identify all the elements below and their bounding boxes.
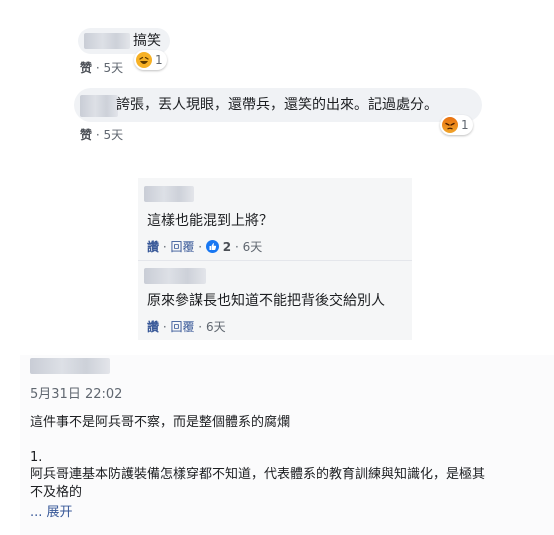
reply-time[interactable]: 6天: [206, 320, 226, 334]
commenter-name-blurred[interactable]: [84, 33, 130, 49]
replies-panel: [138, 178, 412, 340]
like-icon: [205, 240, 219, 253]
replier-name-blurred[interactable]: [144, 186, 194, 202]
reply-meta: 讚 · 回覆 · 6天: [147, 320, 226, 334]
like-link[interactable]: 赞: [80, 128, 92, 142]
reaction-count: 1: [461, 118, 469, 132]
post-date[interactable]: 5月31日 22:02: [30, 383, 122, 402]
reply-time[interactable]: 6天: [243, 240, 263, 254]
poster-name-blurred[interactable]: [30, 358, 110, 374]
comment-text: 誇張，丟人現眼，還帶兵，還笑的出來。記過處分。: [116, 97, 438, 113]
post-paragraph: 阿兵哥連基本防護裝備怎樣穿都不知道，代表體系的教育訓練與知識化，是極其: [30, 467, 486, 482]
like-link[interactable]: 讚: [147, 320, 159, 334]
angry-icon: [442, 117, 458, 133]
like-link[interactable]: 讚: [147, 240, 159, 254]
reaction-summary[interactable]: 1: [440, 115, 473, 135]
post-paragraph: 這件事不是阿兵哥不察，而是整個體系的腐爛: [30, 415, 291, 430]
reaction-summary[interactable]: 1: [134, 50, 167, 70]
reaction-count: 1: [155, 53, 163, 67]
comment-time[interactable]: 5天: [103, 61, 123, 75]
reply-text: 原來參謀長也知道不能把背後交給別人: [147, 293, 385, 309]
post-list-number: 1.: [30, 450, 43, 465]
reply-link[interactable]: 回覆: [170, 240, 194, 254]
post-paragraph: 不及格的: [30, 485, 83, 500]
haha-icon: [136, 52, 152, 68]
commenter-name-blurred[interactable]: [80, 95, 118, 117]
reply-link[interactable]: 回覆: [170, 320, 194, 334]
reply-text: 這樣也能混到上將？: [147, 213, 273, 229]
post-card: [20, 355, 554, 535]
comment-text: 搞笑: [133, 33, 161, 49]
like-link[interactable]: 赞: [80, 61, 92, 75]
comment-meta: 赞 · 5天: [80, 61, 124, 75]
comment-time[interactable]: 5天: [103, 128, 123, 142]
reply-meta: 讚 · 回覆 · 2 · 6天: [147, 240, 263, 254]
comment-meta: 赞 · 5天: [80, 128, 124, 142]
expand-link[interactable]: ... 展开: [30, 504, 73, 522]
like-count[interactable]: 2: [223, 240, 231, 254]
reply-divider: [138, 260, 412, 261]
replier-name-blurred[interactable]: [144, 268, 206, 284]
